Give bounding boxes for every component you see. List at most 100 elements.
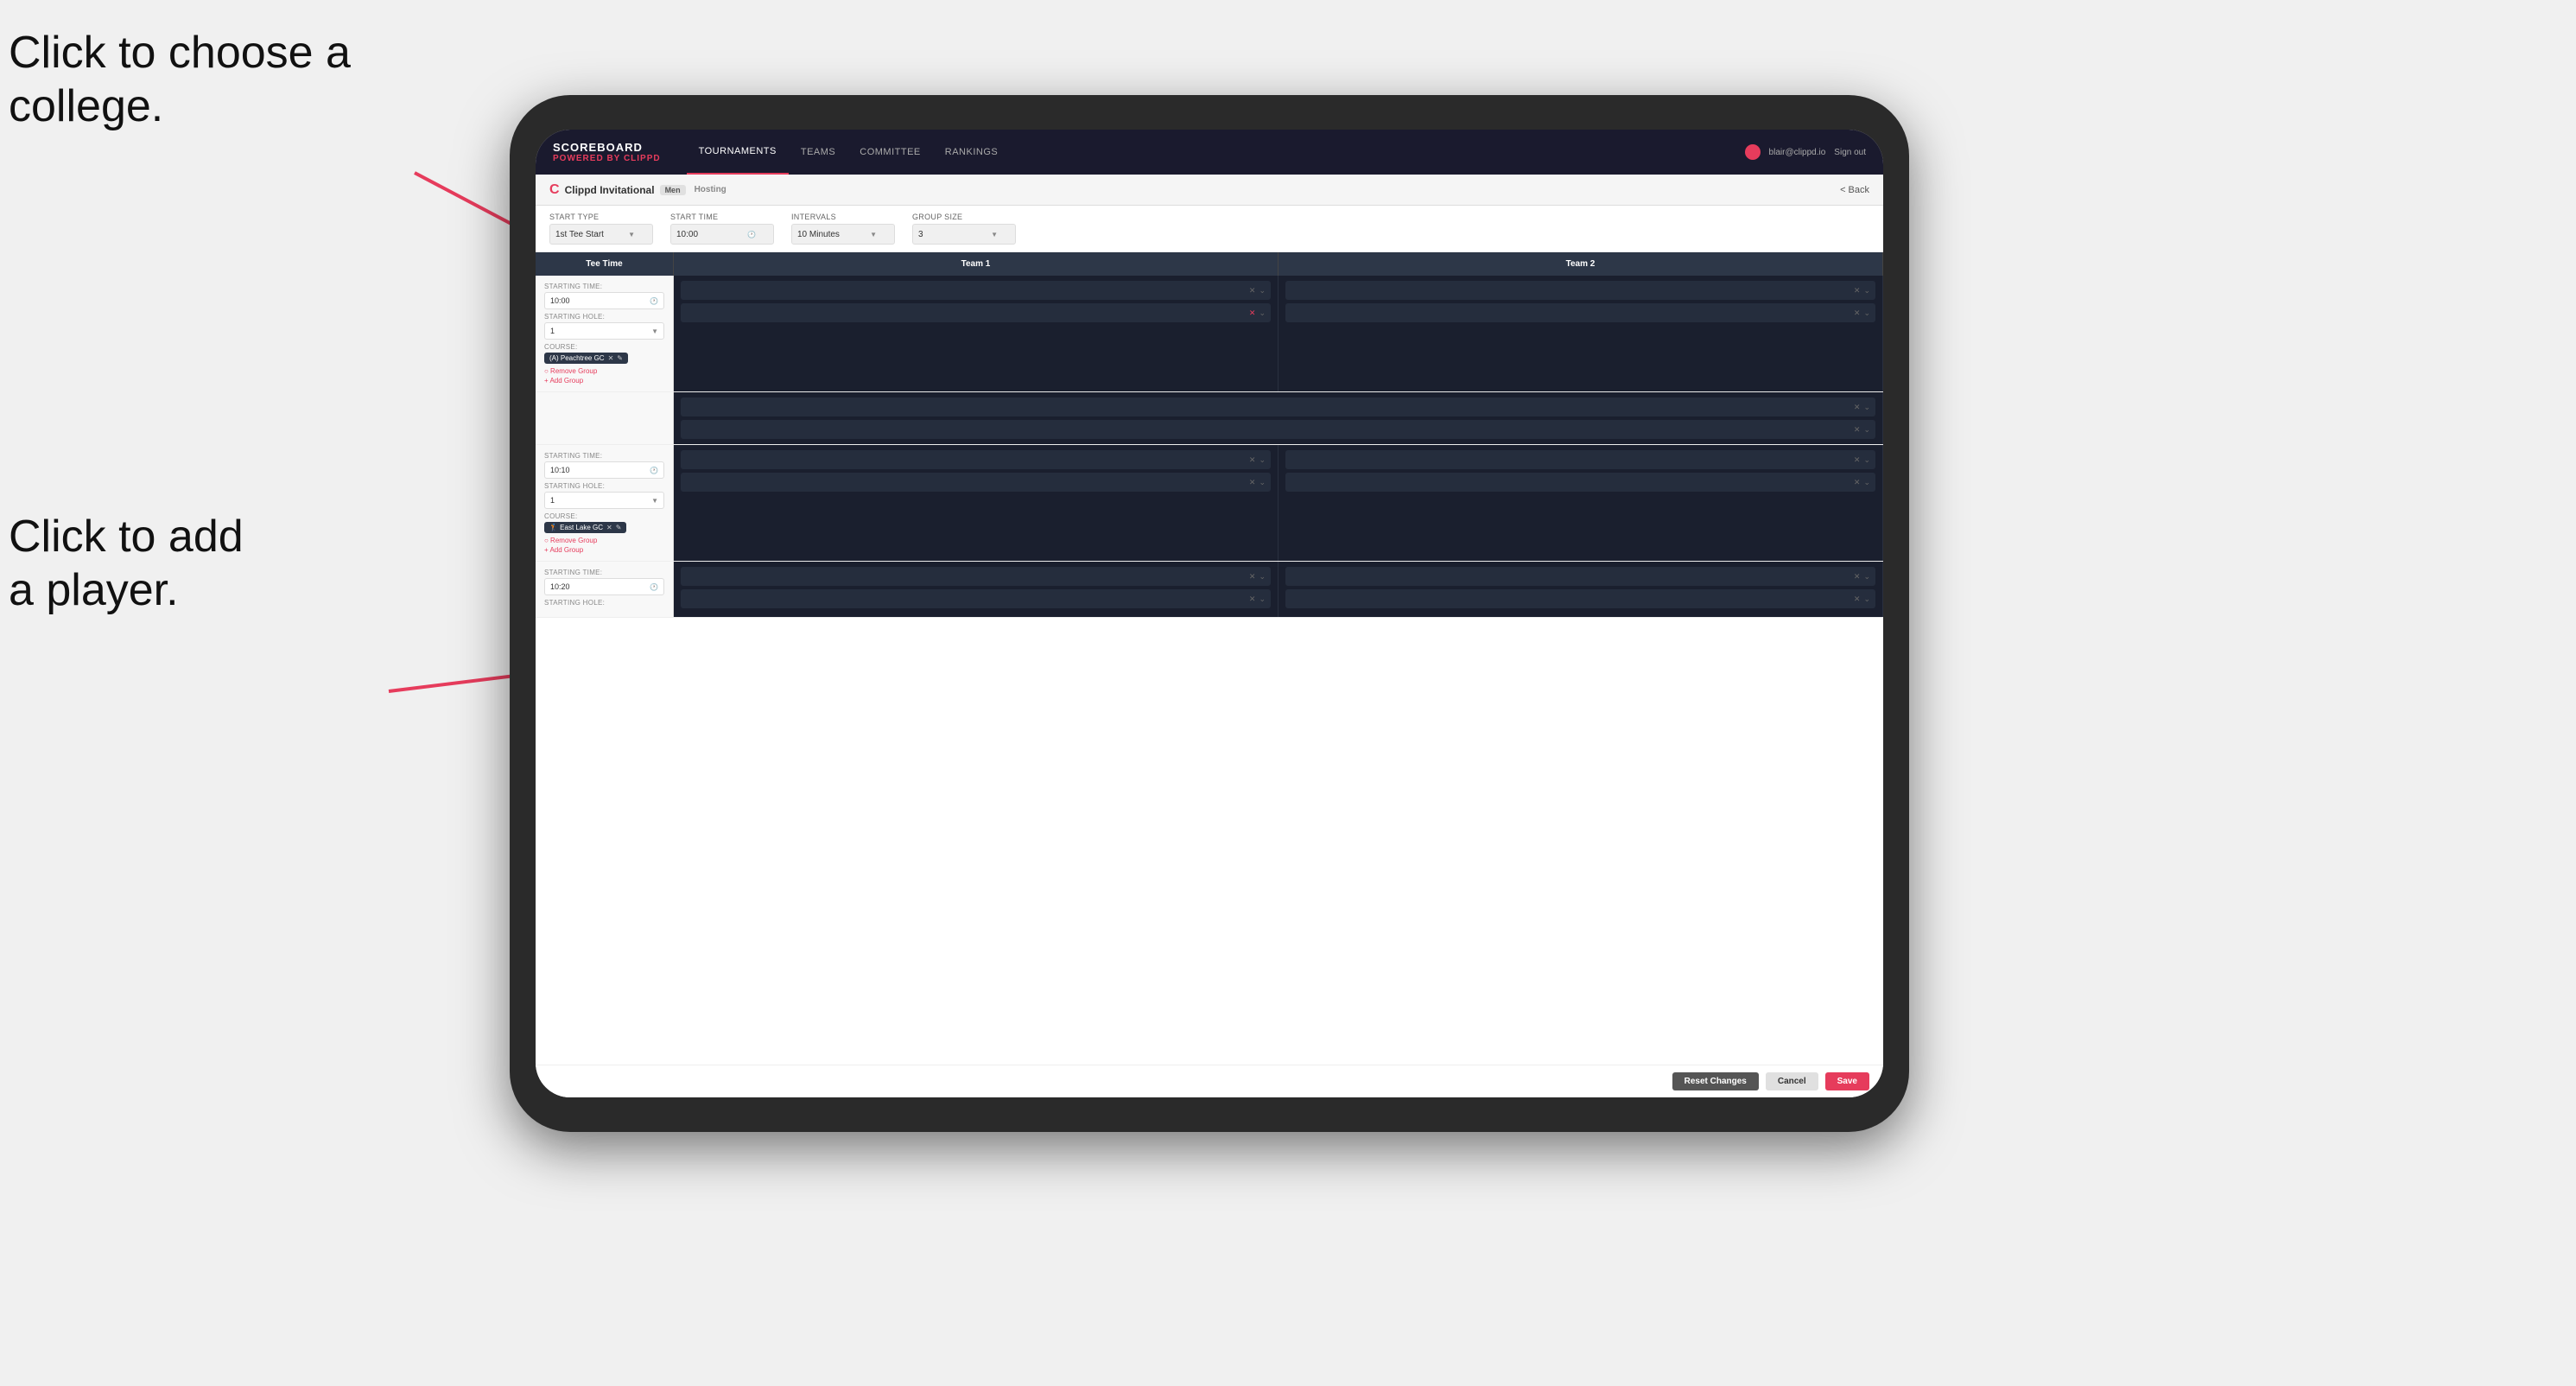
user-area: blair@clippd.io Sign out <box>1745 144 1866 160</box>
remove-group-2[interactable]: ○ Remove Group <box>544 537 664 544</box>
edit-course-2[interactable]: ✎ <box>616 524 622 531</box>
close-icon[interactable]: ✕ <box>1854 594 1861 604</box>
chevron-icon[interactable]: ⌄ <box>1259 286 1266 296</box>
player-slot-2-1[interactable]: ✕ ⌄ <box>1285 281 1875 300</box>
start-type-label: Start Type <box>549 213 653 221</box>
col-tee-time: Tee Time <box>536 252 674 276</box>
clock-icon-3: 🕐 <box>650 583 658 591</box>
player-slot-g3-2-2[interactable]: ✕ ⌄ <box>1285 589 1875 608</box>
start-time-select[interactable]: 10:00 🕐 <box>670 224 774 245</box>
team1-course2: ✕ ⌄ ✕ ⌄ <box>674 392 1883 444</box>
player-slot-g2-2-2[interactable]: ✕ ⌄ <box>1285 473 1875 492</box>
course-tag-1[interactable]: (A) Peachtree GC ✕ ✎ <box>544 353 628 364</box>
chevron-icon[interactable]: ⌄ <box>1863 403 1870 412</box>
chevron-icon[interactable]: ⌄ <box>1863 572 1870 582</box>
chevron-icon[interactable]: ⌄ <box>1259 478 1266 487</box>
scoreboard-logo: SCOREBOARD Powered by clippd <box>553 141 661 163</box>
annotation-line2: college. <box>9 81 163 131</box>
player-slot-g2-1-1[interactable]: ✕ ⌄ <box>681 450 1271 469</box>
close-icon[interactable]: ✕ <box>1854 478 1861 487</box>
close-icon[interactable]: ✕ <box>1854 425 1861 435</box>
chevron-icon-1: ▼ <box>651 327 658 335</box>
starting-hole-field-2: STARTING HOLE: 1 ▼ <box>544 482 664 509</box>
intervals-label: Intervals <box>791 213 895 221</box>
chevron-icon[interactable]: ⌄ <box>1863 308 1870 318</box>
chevron-icon[interactable]: ⌄ <box>1259 572 1266 582</box>
close-icon[interactable]: ✕ <box>1854 572 1861 582</box>
logo-sub: Powered by clippd <box>553 154 661 163</box>
player-slot-g2-1-2[interactable]: ✕ ⌄ <box>681 473 1271 492</box>
starting-time-input-1[interactable]: 10:00 🕐 <box>544 292 664 309</box>
add-player-icon[interactable]: ✕ <box>1249 308 1256 318</box>
remove-course-2[interactable]: ✕ <box>606 524 612 531</box>
chevron-down-icon-3: ▼ <box>991 231 998 238</box>
add-group-2[interactable]: + Add Group <box>544 546 664 554</box>
nav-tab-committee[interactable]: COMMITTEE <box>847 130 933 175</box>
player-slot-g3-1-2[interactable]: ✕ ⌄ <box>681 589 1271 608</box>
starting-hole-input-2[interactable]: 1 ▼ <box>544 492 664 509</box>
chevron-down-icon: ▼ <box>628 231 635 238</box>
chevron-icon[interactable]: ⌄ <box>1259 594 1266 604</box>
player-slot-1-1[interactable]: ✕ ⌄ <box>681 281 1271 300</box>
player-slot-c2-2[interactable]: ✕ ⌄ <box>681 420 1875 439</box>
close-icon[interactable]: ✕ <box>1854 286 1861 296</box>
annotation-choose-college: Click to choose a college. <box>9 26 351 134</box>
course-tag-2[interactable]: 🏌 East Lake GC ✕ ✎ <box>544 522 626 533</box>
nav-tab-rankings[interactable]: RANKINGS <box>933 130 1010 175</box>
player-slot-g2-2-1[interactable]: ✕ ⌄ <box>1285 450 1875 469</box>
starting-time-input-3[interactable]: 10:20 🕐 <box>544 578 664 595</box>
close-icon[interactable]: ✕ <box>1854 403 1861 412</box>
course-field-2: COURSE: 🏌 East Lake GC ✕ ✎ <box>544 512 664 533</box>
chevron-icon[interactable]: ⌄ <box>1863 425 1870 435</box>
starting-time-field-3: STARTING TIME: 10:20 🕐 <box>544 569 664 595</box>
group-size-select[interactable]: 3 ▼ <box>912 224 1016 245</box>
back-button[interactable]: < Back <box>1840 185 1869 195</box>
chevron-icon[interactable]: ⌄ <box>1863 478 1870 487</box>
reset-button[interactable]: Reset Changes <box>1672 1072 1759 1090</box>
tablet-frame: SCOREBOARD Powered by clippd TOURNAMENTS… <box>510 95 1909 1132</box>
nav-tab-tournaments[interactable]: TOURNAMENTS <box>687 130 789 175</box>
annotation-add-player: Click to add a player. <box>9 510 244 618</box>
starting-time-input-2[interactable]: 10:10 🕐 <box>544 461 664 479</box>
course-field-1: COURSE: (A) Peachtree GC ✕ ✎ <box>544 343 664 364</box>
chevron-icon[interactable]: ⌄ <box>1863 286 1870 296</box>
save-button[interactable]: Save <box>1825 1072 1869 1090</box>
edit-course-1[interactable]: ✎ <box>617 354 623 362</box>
chevron-icon[interactable]: ⌄ <box>1259 308 1266 318</box>
player-slot-g3-2-1[interactable]: ✕ ⌄ <box>1285 567 1875 586</box>
player-slot-1-2[interactable]: ✕ ⌄ <box>681 303 1271 322</box>
annotation-line1: Click to choose a <box>9 28 351 78</box>
hosting-label: Hosting <box>695 185 726 194</box>
intervals-select[interactable]: 10 Minutes ▼ <box>791 224 895 245</box>
player-slot-c2-1[interactable]: ✕ ⌄ <box>681 397 1875 416</box>
close-icon[interactable]: ✕ <box>1249 594 1256 604</box>
start-type-select[interactable]: 1st Tee Start ▼ <box>549 224 653 245</box>
tablet-screen: SCOREBOARD Powered by clippd TOURNAMENTS… <box>536 130 1883 1097</box>
chevron-icon[interactable]: ⌄ <box>1259 455 1266 465</box>
player-slot-2-2[interactable]: ✕ ⌄ <box>1285 303 1875 322</box>
close-icon[interactable]: ✕ <box>1249 455 1256 465</box>
starting-hole-input-1[interactable]: 1 ▼ <box>544 322 664 340</box>
chevron-down-icon-2: ▼ <box>870 231 877 238</box>
sign-out-link[interactable]: Sign out <box>1834 148 1866 157</box>
close-icon[interactable]: ✕ <box>1249 572 1256 582</box>
close-icon[interactable]: ✕ <box>1249 286 1256 296</box>
starting-hole-field-1: STARTING HOLE: 1 ▼ <box>544 313 664 340</box>
close-icon[interactable]: ✕ <box>1249 478 1256 487</box>
close-icon[interactable]: ✕ <box>1854 308 1861 318</box>
add-group-1[interactable]: + Add Group <box>544 377 664 385</box>
close-icon[interactable]: ✕ <box>1854 455 1861 465</box>
player-slot-g3-1-1[interactable]: ✕ ⌄ <box>681 567 1271 586</box>
start-type-group: Start Type 1st Tee Start ▼ <box>549 213 653 245</box>
cancel-button[interactable]: Cancel <box>1766 1072 1818 1090</box>
remove-group-1[interactable]: ○ Remove Group <box>544 367 664 375</box>
chevron-icon[interactable]: ⌄ <box>1863 594 1870 604</box>
gender-badge: Men <box>660 185 686 195</box>
remove-course-1[interactable]: ✕ <box>608 354 614 362</box>
main-content: STARTING TIME: 10:00 🕐 STARTING HOLE: 1 … <box>536 276 1883 1065</box>
tournament-name: C Clippd Invitational Men Hosting <box>549 182 726 198</box>
clock-icon-1: 🕐 <box>650 297 658 305</box>
group-1-left: STARTING TIME: 10:00 🕐 STARTING HOLE: 1 … <box>536 276 674 391</box>
nav-tab-teams[interactable]: TEAMS <box>789 130 847 175</box>
chevron-icon[interactable]: ⌄ <box>1863 455 1870 465</box>
